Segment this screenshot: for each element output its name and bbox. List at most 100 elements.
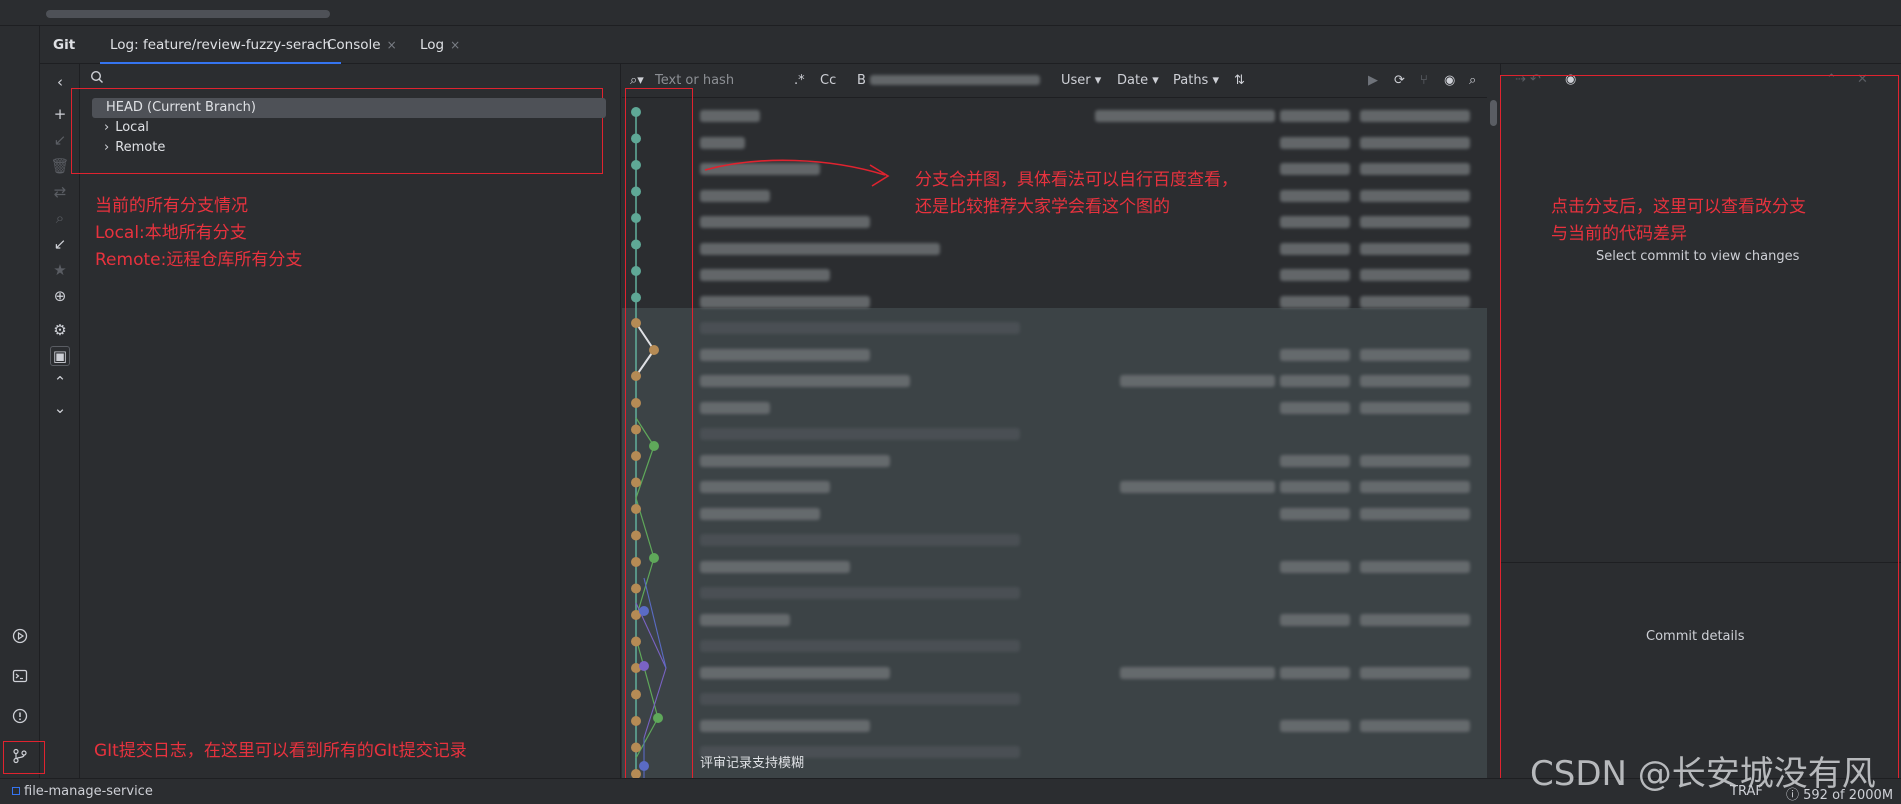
- commit-author-blurred: [1280, 481, 1350, 493]
- run-icon[interactable]: [10, 626, 30, 646]
- commit-date-blurred: [1360, 295, 1470, 308]
- commit-date-blurred: [1360, 189, 1470, 202]
- graph-options-icon[interactable]: ⑂: [1420, 73, 1428, 88]
- commit-date-blurred: [1360, 216, 1470, 228]
- collapse-icon[interactable]: ⌄: [50, 398, 70, 418]
- search-icon[interactable]: ⌕: [50, 208, 70, 228]
- log-scrollbar[interactable]: [1490, 100, 1497, 126]
- terminal-icon[interactable]: [10, 666, 30, 686]
- commit-message-blurred[interactable]: [700, 507, 820, 520]
- commit-date-blurred: [1360, 242, 1470, 255]
- settings-icon[interactable]: ⚙: [50, 320, 70, 340]
- close-icon[interactable]: ×: [450, 38, 460, 52]
- project-name: file-manage-service: [24, 784, 153, 799]
- cherry-pick-icon[interactable]: ▶: [1368, 73, 1378, 88]
- commit-date-blurred: [1360, 401, 1470, 414]
- commit-date-blurred: [1360, 481, 1470, 493]
- project-indicator[interactable]: file-manage-service: [12, 784, 153, 799]
- tab-console[interactable]: Console ×: [327, 26, 397, 64]
- annotation-branches-2: Local:本地所有分支: [95, 223, 247, 243]
- date-filter[interactable]: Date ▾: [1117, 73, 1159, 88]
- commit-author-blurred: [1280, 507, 1350, 520]
- branch-local-label: Local: [115, 120, 149, 135]
- commit-message-blurred[interactable]: [700, 242, 940, 255]
- horizontal-scrollbar[interactable]: [46, 10, 330, 18]
- refresh-icon[interactable]: ⟳: [1394, 73, 1405, 88]
- commit-date-blurred: [1360, 163, 1470, 175]
- expand-icon[interactable]: ⌃: [50, 372, 70, 392]
- annotation-diff-2: 与当前的代码差异: [1551, 224, 1687, 244]
- tab-log-label: Log: [420, 37, 445, 53]
- commit-date-blurred: [1360, 560, 1470, 573]
- commit-message-blurred[interactable]: [700, 481, 830, 493]
- star-icon[interactable]: ★: [50, 260, 70, 280]
- commit-message-blurred[interactable]: [700, 348, 870, 361]
- commit-message-blurred[interactable]: [700, 454, 890, 467]
- log-toolbar: ⌕▾ Text or hash .* Cc B User ▾ Date ▾ Pa…: [622, 64, 1487, 98]
- branch-head[interactable]: HEAD (Current Branch): [92, 98, 606, 118]
- commit-author-blurred: [1280, 454, 1350, 467]
- details-highlight: [1500, 75, 1899, 795]
- commit-date-blurred: [1360, 136, 1470, 149]
- commit-ref-blurred: [1120, 375, 1275, 387]
- tab-log-feature[interactable]: Log: feature/review-fuzzy-serach: [100, 26, 342, 64]
- target-icon[interactable]: ⊕: [50, 286, 70, 306]
- commit-ref-blurred: [1120, 481, 1275, 493]
- case-toggle[interactable]: Cc: [820, 73, 836, 88]
- user-filter[interactable]: User ▾: [1061, 73, 1101, 88]
- paths-filter[interactable]: Paths ▾: [1173, 73, 1219, 88]
- close-icon[interactable]: ×: [387, 38, 397, 52]
- branch-local[interactable]: › Local: [92, 118, 149, 138]
- branch-remote[interactable]: › Remote: [92, 138, 165, 158]
- commit-message-blurred[interactable]: [700, 295, 870, 308]
- commit-date-blurred: [1360, 269, 1470, 281]
- git-tool-highlight: [3, 741, 45, 774]
- user-filter-label: User: [1061, 73, 1091, 88]
- tab-bar: Git Log: feature/review-fuzzy-serach Con…: [40, 26, 1901, 64]
- compare-icon[interactable]: ⇄: [50, 182, 70, 202]
- tab-log[interactable]: Log ×: [420, 26, 460, 64]
- commit-date-blurred: [1360, 110, 1470, 122]
- group-icon[interactable]: ▣: [50, 346, 70, 366]
- commit-message-blurred[interactable]: [700, 216, 870, 228]
- commit-author-blurred: [1280, 401, 1350, 414]
- commit-message-blurred[interactable]: [700, 136, 745, 149]
- branch-search-icon[interactable]: [90, 70, 104, 88]
- commit-row-blurred: [700, 640, 1020, 652]
- commit-message-blurred[interactable]: [700, 269, 830, 281]
- log-search-input[interactable]: Text or hash: [655, 73, 734, 88]
- search-icon[interactable]: ⌕▾: [630, 73, 644, 88]
- commit-row-blurred: [700, 534, 1020, 546]
- branch-filter[interactable]: B: [857, 73, 1040, 88]
- commit-message-blurred[interactable]: [700, 613, 790, 626]
- find-icon[interactable]: ⌕: [1469, 73, 1476, 88]
- commit-row-blurred: [700, 693, 1020, 705]
- checkout-icon[interactable]: ↙: [50, 130, 70, 150]
- commit-message-blurred[interactable]: [700, 666, 890, 679]
- commit-message-blurred[interactable]: [700, 110, 760, 122]
- commit-row-blurred: [700, 322, 1020, 334]
- update-icon[interactable]: ↙: [50, 234, 70, 254]
- chevron-left-icon[interactable]: ‹: [50, 72, 70, 92]
- left-activity-bar: [0, 26, 40, 778]
- add-icon[interactable]: +: [50, 104, 70, 124]
- branch-remote-label: Remote: [115, 140, 166, 155]
- commit-message-blurred[interactable]: [700, 560, 850, 573]
- commit-author-blurred: [1280, 666, 1350, 679]
- graph-highlight: [625, 88, 693, 780]
- tab-console-label: Console: [327, 37, 381, 53]
- commit-message-blurred[interactable]: [700, 401, 770, 414]
- commit-message-blurred[interactable]: [700, 719, 870, 732]
- commit-message-blurred[interactable]: [700, 375, 910, 387]
- commit-ref-blurred: [1120, 666, 1275, 679]
- sort-icon[interactable]: ⇅: [1234, 73, 1245, 88]
- annotation-arrow: [704, 159, 890, 187]
- last-commit-message[interactable]: 评审记录支持模糊: [700, 752, 804, 771]
- commit-author-blurred: [1280, 295, 1350, 308]
- regex-toggle[interactable]: .*: [794, 73, 805, 88]
- delete-icon[interactable]: 🗑: [50, 156, 70, 176]
- eye-icon[interactable]: ◉: [1444, 73, 1455, 88]
- commit-author-blurred: [1280, 136, 1350, 149]
- annotation-branches-1: 当前的所有分支情况: [95, 196, 248, 216]
- problems-icon[interactable]: [10, 706, 30, 726]
